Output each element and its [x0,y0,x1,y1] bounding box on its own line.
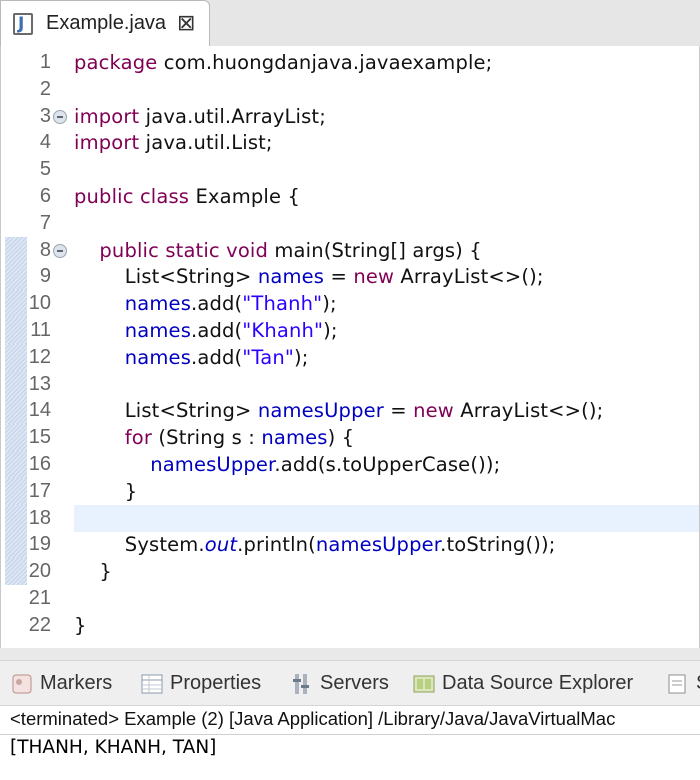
divider [0,734,700,735]
servers-icon [293,674,309,694]
line-number: 19 [28,533,51,556]
code-line[interactable]: 16 namesUpper.add(s.toUpperCase()); [1,451,699,478]
tab-snippets[interactable]: S [660,669,700,699]
code-line[interactable]: 20 } [1,558,699,586]
tab-label: Properties [170,672,262,694]
code-text: names.add("Khanh"); [124,319,338,342]
code-text: import java.util.ArrayList; [74,104,326,128]
code-line[interactable]: 5 [1,156,699,183]
code-text: public static void main(String[] args) { [99,238,482,262]
fold-collapse-icon[interactable] [53,109,67,124]
code-line[interactable]: 4 import java.util.List; [1,129,699,156]
line-number: 18 [28,506,51,529]
tab-properties[interactable]: Properties [134,669,284,699]
snippets-icon [668,674,686,694]
code-line[interactable]: 2 [1,76,699,103]
tab-title: Example.java [46,12,167,34]
code-line[interactable]: 6 public class Example { [1,183,699,210]
code-text: import java.util.List; [74,131,273,155]
code-text: } [74,613,87,637]
code-line[interactable]: 13 [1,370,699,398]
line-number: 11 [30,319,51,341]
line-number: 7 [39,211,51,234]
line-number: 12 [28,345,51,368]
code-text: names.add("Tan"); [124,345,309,369]
code-line[interactable]: 10 names.add("Thanh"); [1,290,699,318]
line-number: 15 [28,426,51,449]
console-output: [THANH, KHANH, TAN] [10,737,217,758]
code-text: List<String> names = new ArrayList<>(); [74,265,544,289]
code-line[interactable]: 17 } [1,477,699,505]
line-number: 2 [39,77,51,100]
code-line[interactable]: 19 System.out.println(namesUpper.toStrin… [1,531,699,559]
view-tab-bar: Markers Properties Servers Data Source E… [0,660,700,706]
code-text: List<String> namesUpper = new ArrayList<… [74,399,604,423]
tab-label: Markers [40,672,113,694]
console-view[interactable]: <terminated> Example (2) [Java Applicati… [0,706,700,780]
line-number: 21 [28,587,51,609]
tab-servers[interactable]: Servers [284,669,414,699]
fold-collapse-icon[interactable] [53,243,67,258]
line-number: 13 [28,372,51,395]
editor-tab-example-java[interactable]: J Example.java ⊠ [0,0,210,46]
line-number: 20 [28,560,51,583]
line-number: 16 [28,453,51,475]
data-source-explorer-icon [413,675,435,693]
line-number: 4 [39,131,51,154]
code-line[interactable]: 21 [1,585,699,612]
current-line-highlight [74,504,699,532]
code-text: names.add("Thanh"); [124,292,337,316]
line-number: 10 [28,292,51,315]
code-text: System.out.println(namesUpper.toString()… [74,533,556,557]
code-line[interactable]: 7 [1,210,699,237]
markers-icon [12,674,32,694]
code-text: } [74,479,138,503]
properties-icon [141,674,163,694]
code-editor[interactable]: 1 package com.huongdanjava.javaexample; 2 3… [0,46,700,648]
tab-label: S [696,672,700,695]
line-number: 6 [39,185,51,207]
code-line[interactable]: 15 for (String s : names) { [1,424,699,452]
code-text: } [74,560,112,584]
java-file-icon: J [13,13,33,35]
code-line[interactable]: 11 names.add("Khanh"); [1,317,699,344]
line-number: 3 [39,104,51,127]
line-number: 9 [39,265,51,288]
line-number: 22 [28,613,51,636]
code-text: public class Example { [74,185,301,208]
line-number: 8 [39,238,51,261]
code-text: for (String s : names) { [124,426,355,450]
code-line[interactable]: 12 names.add("Tan"); [1,343,699,371]
code-text: namesUpper.add(s.toUpperCase()); [150,453,501,476]
tab-markers[interactable]: Markers [4,669,132,699]
code-line[interactable]: 18 [1,504,699,532]
line-number: 17 [28,479,51,502]
tab-label: Servers [320,672,389,694]
code-line[interactable]: 9 List<String> names = new ArrayList<>()… [1,263,699,291]
code-line[interactable]: 22} [1,612,699,639]
code-line[interactable]: 8 public static void main(String[] args)… [1,236,699,264]
code-line[interactable]: 1 package com.huongdanjava.javaexample; [1,49,699,76]
line-number: 5 [39,158,51,181]
tab-label: Data Source Explorer [442,672,634,694]
code-line[interactable]: 3 import java.util.ArrayList; [1,103,699,130]
line-number: 14 [28,399,51,422]
code-text: package com.huongdanjava.javaexample; [74,51,493,74]
close-icon[interactable]: ⊠ [177,11,195,36]
line-number: 1 [39,51,51,73]
console-header: <terminated> Example (2) [Java Applicati… [10,708,616,729]
editor-tab-bar: J Example.java ⊠ [0,0,700,46]
code-line[interactable]: 14 List<String> namesUpper = new ArrayLi… [1,397,699,425]
tab-data-source-explorer[interactable]: Data Source Explorer [406,669,656,699]
